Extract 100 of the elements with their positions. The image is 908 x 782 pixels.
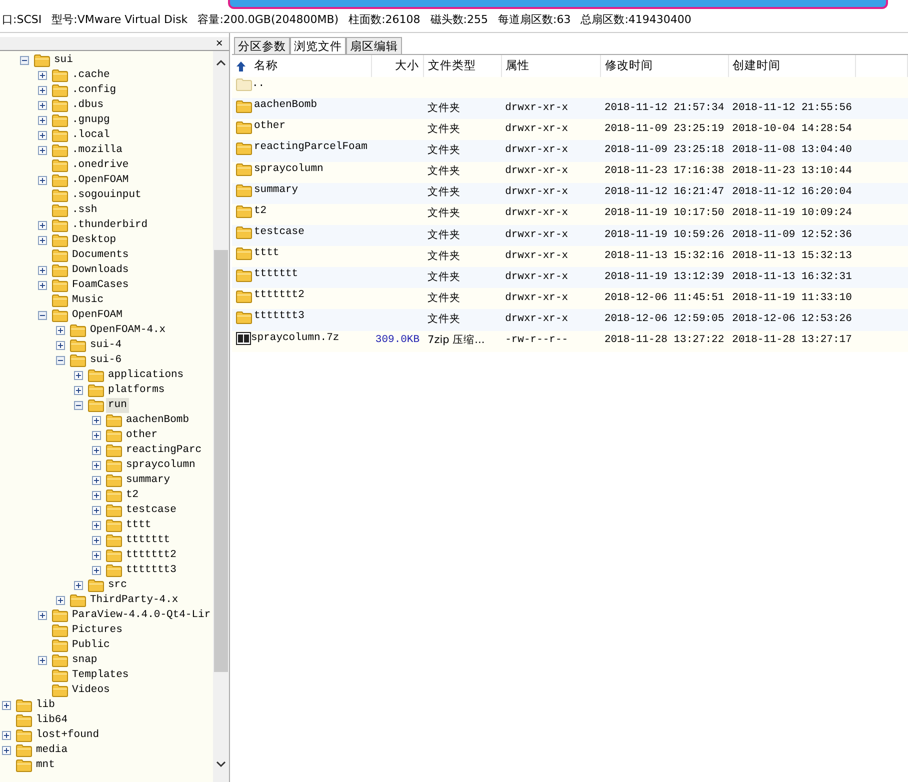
expand-toggle[interactable] xyxy=(92,416,101,425)
tree-item[interactable]: ThirdParty-4.x xyxy=(88,592,180,608)
expand-toggle[interactable] xyxy=(38,281,47,290)
expand-toggle[interactable] xyxy=(56,596,65,605)
expand-toggle[interactable] xyxy=(56,326,65,335)
tree-item[interactable]: media xyxy=(34,742,70,758)
expand-toggle[interactable] xyxy=(38,146,47,155)
expand-toggle[interactable] xyxy=(92,551,101,560)
tree-item[interactable]: .onedrive xyxy=(70,158,131,174)
tab[interactable]: 扇区编辑 xyxy=(346,37,402,54)
tree-item[interactable]: Music xyxy=(70,292,106,308)
tree-item[interactable]: ttttttt3 xyxy=(124,562,178,578)
scrollbar[interactable] xyxy=(213,51,229,782)
expand-toggle[interactable] xyxy=(38,611,47,620)
close-button[interactable]: × xyxy=(210,38,229,50)
tree-item[interactable]: FoamCases xyxy=(70,278,131,294)
tree-item[interactable]: Public xyxy=(70,638,112,654)
expand-toggle[interactable] xyxy=(38,236,47,245)
tree-item[interactable]: snap xyxy=(70,652,100,668)
tree-item[interactable]: OpenFOAM-4.x xyxy=(88,322,168,338)
tree-item[interactable]: mnt xyxy=(34,758,57,774)
tree-item[interactable]: .gnupg xyxy=(70,112,112,128)
column-header[interactable]: 修改时间 xyxy=(604,58,653,72)
tree-item[interactable]: other xyxy=(124,428,160,444)
scroll-thumb[interactable] xyxy=(214,250,228,672)
expand-toggle[interactable] xyxy=(2,731,11,740)
tree-item[interactable]: .ssh xyxy=(70,202,100,218)
scroll-down-icon[interactable] xyxy=(216,760,226,768)
tree-item[interactable]: ParaView-4.4.0-Qt4-Lir xyxy=(70,608,213,624)
expand-toggle[interactable] xyxy=(74,386,83,395)
expand-toggle[interactable] xyxy=(92,491,101,500)
tree-item[interactable]: run xyxy=(106,398,129,414)
expand-toggle[interactable] xyxy=(38,221,47,230)
file-name[interactable]: tttt xyxy=(254,246,280,262)
tree-item[interactable]: reactingParc xyxy=(124,442,204,458)
file-name[interactable]: t2 xyxy=(254,204,267,220)
tree-item[interactable]: spraycolumn xyxy=(124,458,198,474)
collapse-toggle[interactable] xyxy=(74,401,83,410)
expand-toggle[interactable] xyxy=(92,506,101,515)
expand-toggle[interactable] xyxy=(2,746,11,755)
file-name[interactable]: other xyxy=(254,119,286,135)
tab[interactable]: 分区参数 xyxy=(234,37,290,54)
tree-item[interactable]: platforms xyxy=(106,382,167,398)
column-header[interactable]: 名称 xyxy=(254,58,278,72)
expand-toggle[interactable] xyxy=(92,521,101,530)
column-header[interactable]: 大小 xyxy=(395,58,420,72)
expand-toggle[interactable] xyxy=(92,476,101,485)
expand-toggle[interactable] xyxy=(92,566,101,575)
file-name[interactable]: .. xyxy=(252,77,265,93)
tree-item[interactable]: .dbus xyxy=(70,98,106,114)
tree-item[interactable]: sui xyxy=(52,53,75,68)
collapse-toggle[interactable] xyxy=(38,311,47,320)
expand-toggle[interactable] xyxy=(38,101,47,110)
tree-item[interactable]: summary xyxy=(124,472,172,488)
scroll-up-icon[interactable] xyxy=(216,59,226,67)
expand-toggle[interactable] xyxy=(38,71,47,80)
expand-toggle[interactable] xyxy=(2,701,11,710)
tree-item[interactable]: aachenBomb xyxy=(124,412,192,428)
tree-item[interactable]: Pictures xyxy=(70,622,124,638)
tree-item[interactable]: Desktop xyxy=(70,232,118,248)
tree-item[interactable]: lib64 xyxy=(34,712,70,728)
tree-item[interactable]: tttt xyxy=(124,518,154,534)
expand-toggle[interactable] xyxy=(38,176,47,185)
tab[interactable]: 浏览文件 xyxy=(290,37,346,54)
tree-item[interactable]: Templates xyxy=(70,668,131,684)
tree-item[interactable]: .mozilla xyxy=(70,142,124,158)
tree-item[interactable]: src xyxy=(106,578,129,594)
tree-item[interactable]: .cache xyxy=(70,68,112,84)
expand-toggle[interactable] xyxy=(38,131,47,140)
tree-item[interactable]: OpenFOAM xyxy=(70,308,124,324)
tree-item[interactable]: sui-6 xyxy=(88,352,124,368)
expand-toggle[interactable] xyxy=(38,656,47,665)
tree-item[interactable]: Downloads xyxy=(70,262,131,278)
expand-toggle[interactable] xyxy=(74,371,83,380)
expand-toggle[interactable] xyxy=(38,116,47,125)
expand-toggle[interactable] xyxy=(92,461,101,470)
tree-item[interactable]: lib xyxy=(34,698,57,714)
column-header[interactable]: 属性 xyxy=(506,58,530,72)
tree-item[interactable]: Videos xyxy=(70,682,112,698)
column-header[interactable]: 创建时间 xyxy=(732,58,781,72)
expand-toggle[interactable] xyxy=(92,431,101,440)
tree-item[interactable]: sui-4 xyxy=(88,338,124,354)
expand-toggle[interactable] xyxy=(74,581,83,590)
tree-item[interactable]: testcase xyxy=(124,502,178,518)
tree-item[interactable]: .thunderbird xyxy=(70,218,150,234)
expand-toggle[interactable] xyxy=(38,266,47,275)
tree-item[interactable]: .local xyxy=(70,128,112,144)
column-header[interactable]: 文件类型 xyxy=(428,58,476,72)
tree-item[interactable]: t2 xyxy=(124,488,141,504)
expand-toggle[interactable] xyxy=(38,86,47,95)
tree-item[interactable]: .OpenFOAM xyxy=(70,172,131,188)
expand-toggle[interactable] xyxy=(92,446,101,455)
tree-item[interactable]: ttttttt xyxy=(124,532,172,548)
tree-item[interactable]: .config xyxy=(70,82,118,98)
collapse-toggle[interactable] xyxy=(56,356,65,365)
tree-item[interactable]: Documents xyxy=(70,248,131,264)
tree-item[interactable]: lost+found xyxy=(34,728,102,744)
tree-item[interactable]: ttttttt2 xyxy=(124,548,178,564)
collapse-toggle[interactable] xyxy=(20,56,29,65)
expand-toggle[interactable] xyxy=(92,536,101,545)
